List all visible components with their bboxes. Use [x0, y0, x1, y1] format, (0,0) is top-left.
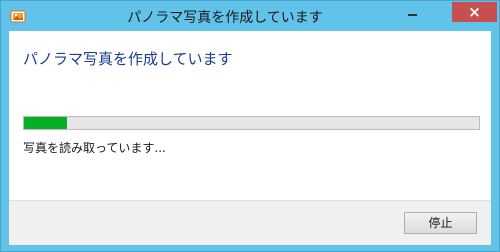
stop-button[interactable]: 停止: [404, 212, 477, 234]
button-area: 停止: [9, 200, 491, 245]
title-bar[interactable]: パノラマ写真を作成しています ×: [1, 1, 499, 31]
status-text: 写真を読み取っています...: [23, 141, 166, 155]
progress-bar: [23, 116, 480, 130]
minimize-button[interactable]: [399, 2, 425, 22]
dialog-window: パノラマ写真を作成しています × パノラマ写真を作成しています 写真を読み取って…: [0, 0, 500, 252]
main-instruction: パノラマ写真を作成しています: [23, 50, 233, 68]
close-icon: ×: [468, 3, 481, 21]
photo-gallery-app-icon: [10, 8, 26, 24]
dialog-content: パノラマ写真を作成しています 写真を読み取っています... 停止: [9, 31, 491, 245]
window-title: パノラマ写真を作成しています: [127, 10, 323, 26]
progress-fill: [24, 117, 68, 129]
close-button[interactable]: ×: [452, 2, 497, 22]
